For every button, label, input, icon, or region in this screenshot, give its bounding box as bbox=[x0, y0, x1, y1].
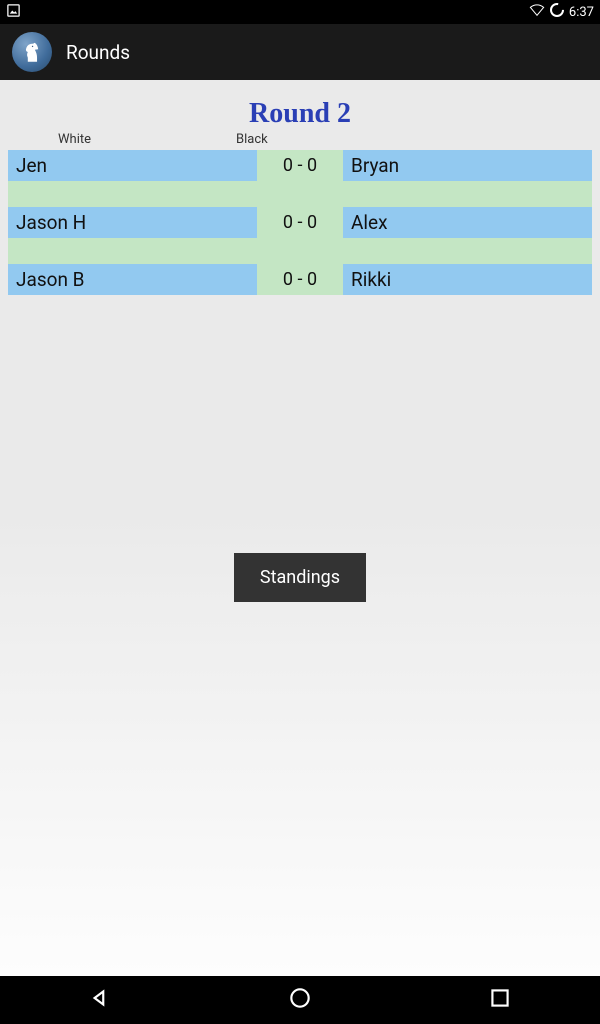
white-player: Jen bbox=[8, 150, 257, 181]
black-player: Bryan bbox=[343, 150, 592, 181]
white-player: Jason B bbox=[8, 264, 257, 295]
header-black: Black bbox=[236, 132, 268, 147]
knight-icon bbox=[12, 32, 52, 72]
score: 0 - 0 bbox=[265, 150, 335, 181]
app-title: Rounds bbox=[66, 41, 130, 64]
score: 0 - 0 bbox=[265, 264, 335, 295]
app-bar: Rounds bbox=[0, 24, 600, 80]
home-icon[interactable] bbox=[287, 985, 313, 1015]
header-white: White bbox=[58, 132, 91, 147]
table-row[interactable]: Jason H 0 - 0 Alex bbox=[8, 207, 592, 238]
table-row[interactable]: Jen 0 - 0 Bryan bbox=[8, 150, 592, 181]
pairings-table: Jen 0 - 0 Bryan Jason H 0 - 0 Alex Jason… bbox=[8, 150, 592, 295]
wifi-icon bbox=[529, 3, 545, 21]
recent-icon[interactable] bbox=[487, 985, 513, 1015]
gallery-icon bbox=[6, 3, 21, 22]
loading-icon bbox=[549, 2, 565, 22]
navigation-bar bbox=[0, 976, 600, 1024]
standings-button[interactable]: Standings bbox=[234, 553, 366, 602]
white-player: Jason H bbox=[8, 207, 257, 238]
black-player: Rikki bbox=[343, 264, 592, 295]
status-bar: 6:37 bbox=[0, 0, 600, 24]
content: Round 2 White Black Jen 0 - 0 Bryan Jaso… bbox=[0, 80, 600, 602]
status-time: 6:37 bbox=[569, 5, 594, 20]
black-player: Alex bbox=[343, 207, 592, 238]
table-row[interactable]: Jason B 0 - 0 Rikki bbox=[8, 264, 592, 295]
back-icon[interactable] bbox=[87, 985, 113, 1015]
round-title: Round 2 bbox=[0, 98, 600, 130]
table-headers: White Black bbox=[0, 132, 600, 150]
score: 0 - 0 bbox=[265, 207, 335, 238]
